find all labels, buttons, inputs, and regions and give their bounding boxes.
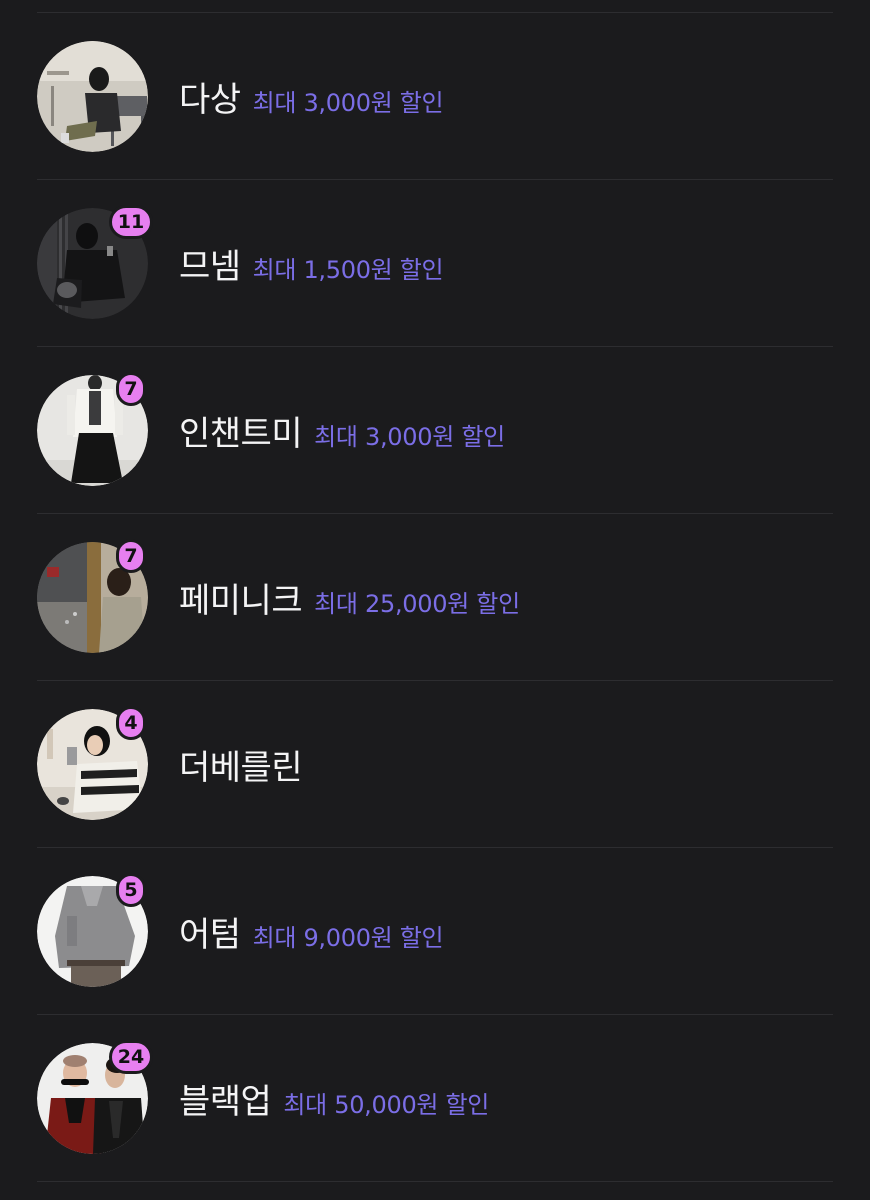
discount-label: 최대 9,000원 할인: [252, 923, 444, 952]
shop-row-mnem[interactable]: 11 므넴 최대 1,500원 할인: [37, 180, 833, 346]
discount-label: 최대 50,000원 할인: [283, 1090, 490, 1119]
shop-name: 므넴: [179, 246, 241, 287]
new-count-badge: 24: [109, 1039, 153, 1074]
discount-label: 최대 25,000원 할인: [314, 589, 520, 618]
avatar-container: [37, 40, 148, 152]
shop-row-dasang[interactable]: 다상 최대 3,000원 할인: [37, 13, 833, 179]
shop-row-blackup[interactable]: 24 블랙업 최대 50,000원 할인: [37, 1015, 833, 1181]
new-count-badge: 7: [116, 538, 146, 573]
shop-name: 블랙업: [179, 1081, 272, 1122]
shop-text: 인챈트미 최대 3,000원 할인: [179, 406, 505, 455]
shop-text: 페미니크 최대 25,000원 할인: [179, 573, 520, 622]
shop-text: 다상 최대 3,000원 할인: [179, 72, 444, 121]
new-count-badge: 7: [116, 371, 146, 406]
shop-name: 페미니크: [179, 580, 303, 621]
avatar: [37, 40, 148, 152]
avatar-container: 11: [37, 204, 153, 319]
avatar-container: 7: [37, 371, 148, 486]
shop-list: 다상 최대 3,000원 할인 11 므넴 최대 1,500원 할인 7 인챈트…: [37, 0, 833, 1182]
avatar-container: 4: [37, 705, 148, 820]
shop-text: 블랙업 최대 50,000원 할인: [179, 1074, 489, 1123]
divider: [37, 1181, 833, 1182]
shop-row-feminique[interactable]: 7 페미니크 최대 25,000원 할인: [37, 514, 833, 680]
avatar-container: 7: [37, 538, 148, 653]
shop-row-theberlin[interactable]: 4 더베를린: [37, 681, 833, 847]
avatar-container: 24: [37, 1039, 153, 1154]
discount-label: 최대 3,000원 할인: [314, 422, 505, 451]
discount-label: 최대 1,500원 할인: [252, 255, 444, 284]
shop-text: 어텀 최대 9,000원 할인: [179, 907, 444, 956]
discount-label: 최대 3,000원 할인: [252, 88, 444, 117]
new-count-badge: 5: [116, 872, 146, 907]
shop-name: 다상: [179, 79, 241, 120]
new-count-badge: 4: [116, 705, 146, 740]
shop-name: 더베를린: [179, 747, 303, 788]
avatar-container: 5: [37, 872, 148, 987]
shop-row-enchantme[interactable]: 7 인챈트미 최대 3,000원 할인: [37, 347, 833, 513]
new-count-badge: 11: [109, 204, 153, 239]
shop-text: 더베를린: [179, 740, 303, 789]
shop-row-autumn[interactable]: 5 어텀 최대 9,000원 할인: [37, 848, 833, 1014]
shop-text: 므넴 최대 1,500원 할인: [179, 239, 444, 288]
shop-name: 인챈트미: [179, 413, 303, 454]
shop-name: 어텀: [179, 914, 241, 955]
